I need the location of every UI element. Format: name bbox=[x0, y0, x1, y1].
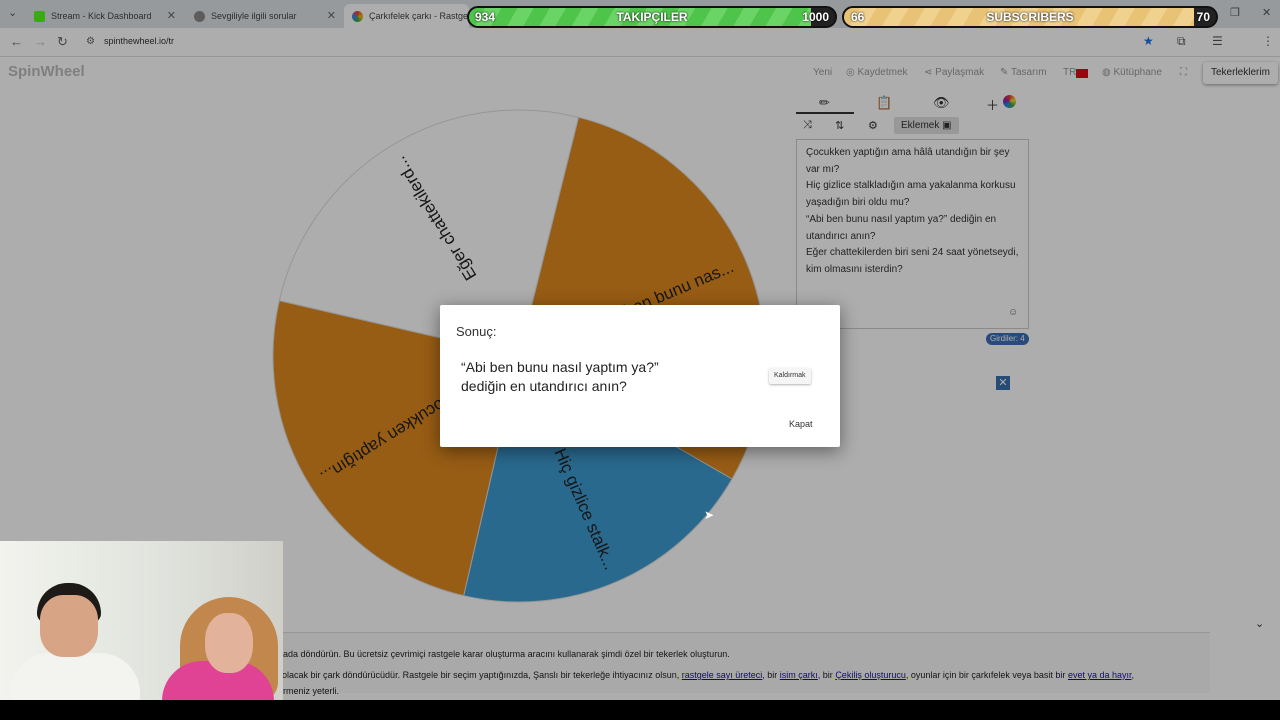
remove-button[interactable]: Kaldırmak bbox=[769, 368, 811, 384]
streamer-1-face bbox=[40, 595, 98, 657]
subscribers-goal-bar: 66 SUBSCRIBERS 70 bbox=[842, 6, 1218, 28]
result-text: “Abi ben bunu nasıl yaptım ya?” dediğin … bbox=[461, 358, 751, 396]
webcam-feed bbox=[0, 541, 283, 700]
mouse-cursor-icon: ➤ bbox=[704, 508, 715, 522]
streamer-2-face bbox=[205, 613, 253, 673]
result-line: “Abi ben bunu nasıl yaptım ya?” bbox=[461, 359, 659, 375]
close-button[interactable]: Kapat bbox=[783, 415, 819, 433]
streamer-1 bbox=[10, 653, 140, 700]
followers-goal: 1000 bbox=[802, 10, 829, 24]
followers-goal-bar: 934 TAKIPÇILER 1000 bbox=[467, 6, 837, 28]
result-line: dediğin en utandırıcı anın? bbox=[461, 378, 627, 394]
result-dialog: Sonuç: “Abi ben bunu nasıl yaptım ya?” d… bbox=[440, 305, 840, 447]
subscribers-goal: 70 bbox=[1196, 10, 1210, 24]
subscribers-label: SUBSCRIBERS bbox=[986, 10, 1074, 24]
dialog-title: Sonuç: bbox=[456, 324, 497, 339]
followers-label: TAKIPÇILER bbox=[616, 10, 688, 24]
